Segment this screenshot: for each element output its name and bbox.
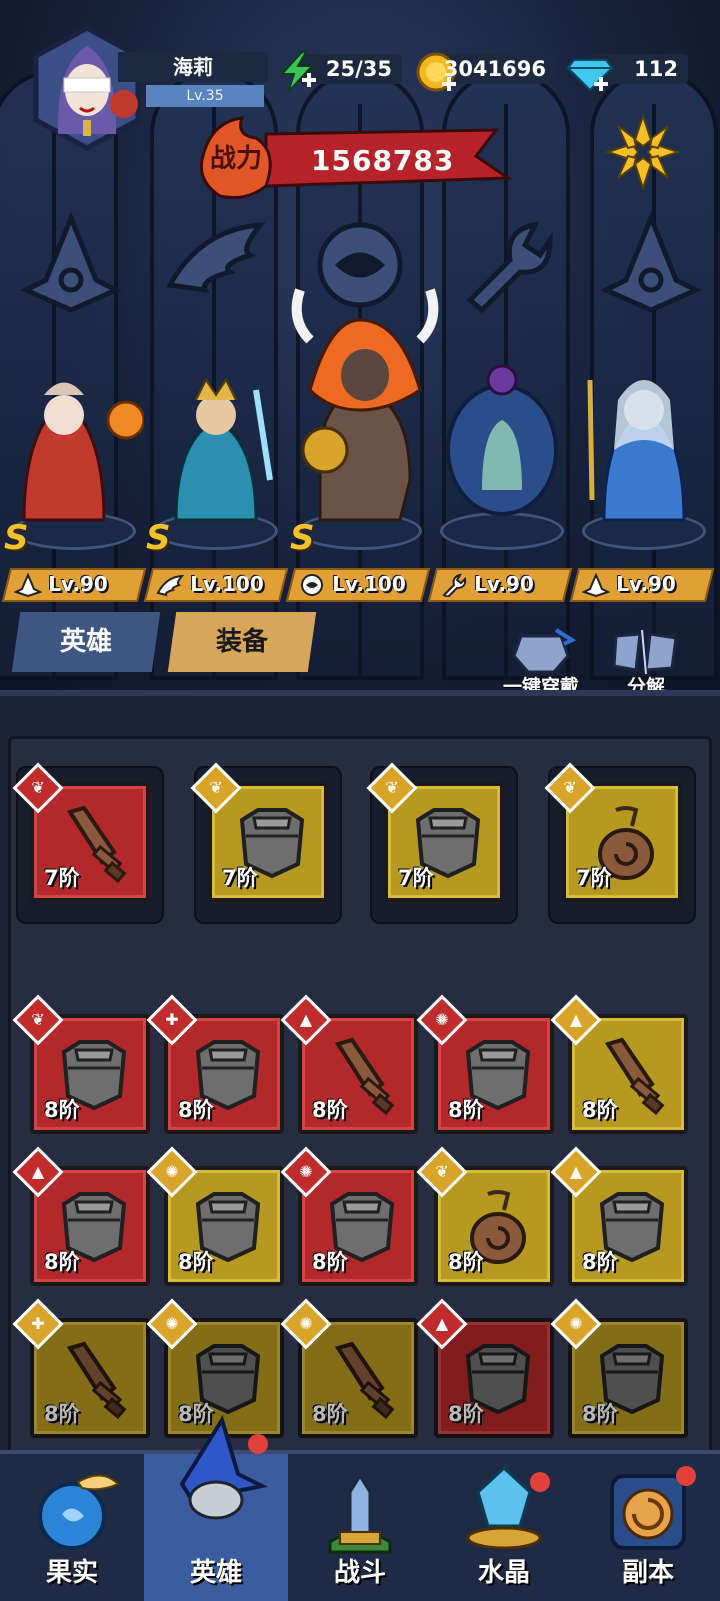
- hero-rank: S: [4, 518, 29, 558]
- item-tier: 8阶: [448, 1250, 484, 1274]
- hero-level: Lv.100: [190, 572, 264, 596]
- wrench-icon: [466, 221, 553, 314]
- combat-power-banner: 战力 1568783: [196, 116, 514, 202]
- hero-level-tag: Lv.90: [569, 568, 715, 602]
- nav-fruit[interactable]: 果实: [0, 1454, 144, 1601]
- hero-level: Lv.90: [616, 572, 676, 596]
- item-tier: 8阶: [582, 1098, 618, 1122]
- battle-icon: [328, 1473, 392, 1554]
- nav-fruit-label: 果实: [45, 1558, 98, 1588]
- hero-slot-5[interactable]: [574, 360, 714, 550]
- hero-rank: S: [146, 518, 171, 558]
- hero-level: Lv.100: [332, 572, 406, 596]
- item-tier: 8阶: [178, 1250, 214, 1274]
- nav-dungeon[interactable]: 副本: [576, 1454, 720, 1601]
- hero-level: Lv.90: [474, 572, 534, 596]
- hero-rank: S: [290, 518, 315, 558]
- item-tier: 7阶: [576, 866, 612, 890]
- item-tier: 7阶: [222, 866, 258, 890]
- item-tier: 8阶: [448, 1098, 484, 1122]
- hero-wizard-icon: [179, 1415, 269, 1520]
- hero-level-tag: Lv.90: [427, 568, 573, 602]
- tab-equipment-label: 装备: [215, 627, 268, 657]
- hero-portrait-minotaur: [291, 288, 439, 522]
- hero-slot-4[interactable]: [432, 360, 572, 550]
- diamond-icon: [566, 59, 614, 92]
- item-tier: 8阶: [44, 1250, 80, 1274]
- mage-hat-icon: [20, 211, 122, 313]
- tab-hero[interactable]: 英雄: [11, 612, 161, 672]
- nav-battle[interactable]: 战斗: [288, 1454, 432, 1601]
- nav-crystal-label: 水晶: [477, 1558, 530, 1588]
- tab-hero-label: 英雄: [59, 627, 112, 657]
- nav-hero[interactable]: 英雄: [144, 1415, 288, 1601]
- item-tier: 8阶: [582, 1402, 618, 1426]
- decompose-button[interactable]: 分解: [606, 626, 686, 698]
- power-label: 战力: [210, 144, 263, 174]
- hero-portrait-jar-spirit: [446, 364, 558, 516]
- player-info: 海莉 Lv.35: [118, 52, 268, 108]
- hero-level: Lv.90: [48, 572, 108, 596]
- diamond-counter[interactable]: 112: [566, 50, 688, 92]
- item-tier: 8阶: [312, 1402, 348, 1426]
- item-tier: 8阶: [448, 1402, 484, 1426]
- dungeon-portal-icon: [610, 1466, 696, 1550]
- hero-level-tag: Lv.100: [285, 568, 431, 602]
- hero-portrait-paladin: [174, 378, 273, 522]
- player-level: Lv.35: [146, 85, 264, 107]
- hero-level-tag: Lv.100: [143, 568, 289, 602]
- fruit-icon: [38, 1474, 120, 1550]
- wing-icon: [156, 574, 184, 597]
- nav-hero-label: 英雄: [189, 1558, 242, 1588]
- equip-all-icon: [512, 628, 577, 674]
- energy-counter[interactable]: 25/35: [276, 50, 402, 93]
- item-tier: 7阶: [398, 866, 434, 890]
- energy-bolt-icon: [279, 51, 316, 93]
- gold-counter[interactable]: 3041696: [414, 50, 556, 92]
- item-tier: 8阶: [312, 1098, 348, 1122]
- mage-hat-icon: [14, 573, 42, 597]
- hero-portrait-fire-mage: [22, 382, 144, 522]
- item-tier: 7阶: [44, 866, 80, 890]
- item-tier: 8阶: [178, 1098, 214, 1122]
- settings-gear-icon[interactable]: [604, 112, 682, 192]
- item-tier: 8阶: [44, 1402, 80, 1426]
- item-tier: 8阶: [312, 1250, 348, 1274]
- tab-equipment[interactable]: 装备: [167, 612, 317, 672]
- mage-hat-icon: [600, 211, 702, 313]
- power-value: 1568783: [311, 144, 455, 177]
- wing-icon: [166, 222, 266, 294]
- crystal-icon: [466, 1465, 550, 1550]
- hero-level-tag: Lv.90: [1, 568, 147, 602]
- diamond-value: 112: [634, 57, 678, 81]
- equip-all-button[interactable]: 一键穿戴: [496, 626, 586, 698]
- beast-icon: [301, 574, 323, 596]
- player-name: 海莉: [118, 52, 268, 82]
- mage-hat-icon: [582, 573, 610, 597]
- hero-portrait-ice-mage: [587, 379, 686, 522]
- decompose-icon: [612, 629, 678, 675]
- item-tier: 8阶: [44, 1098, 80, 1122]
- gold-value: 3041696: [443, 57, 546, 81]
- nav-dungeon-label: 副本: [621, 1558, 674, 1588]
- energy-value: 25/35: [325, 57, 392, 81]
- item-tier: 8阶: [582, 1250, 618, 1274]
- wrench-icon: [442, 573, 467, 597]
- nav-crystal[interactable]: 水晶: [432, 1454, 576, 1601]
- nav-battle-label: 战斗: [333, 1558, 386, 1588]
- bottom-nav: 果实 英雄 战斗 水晶 副本: [0, 1415, 720, 1601]
